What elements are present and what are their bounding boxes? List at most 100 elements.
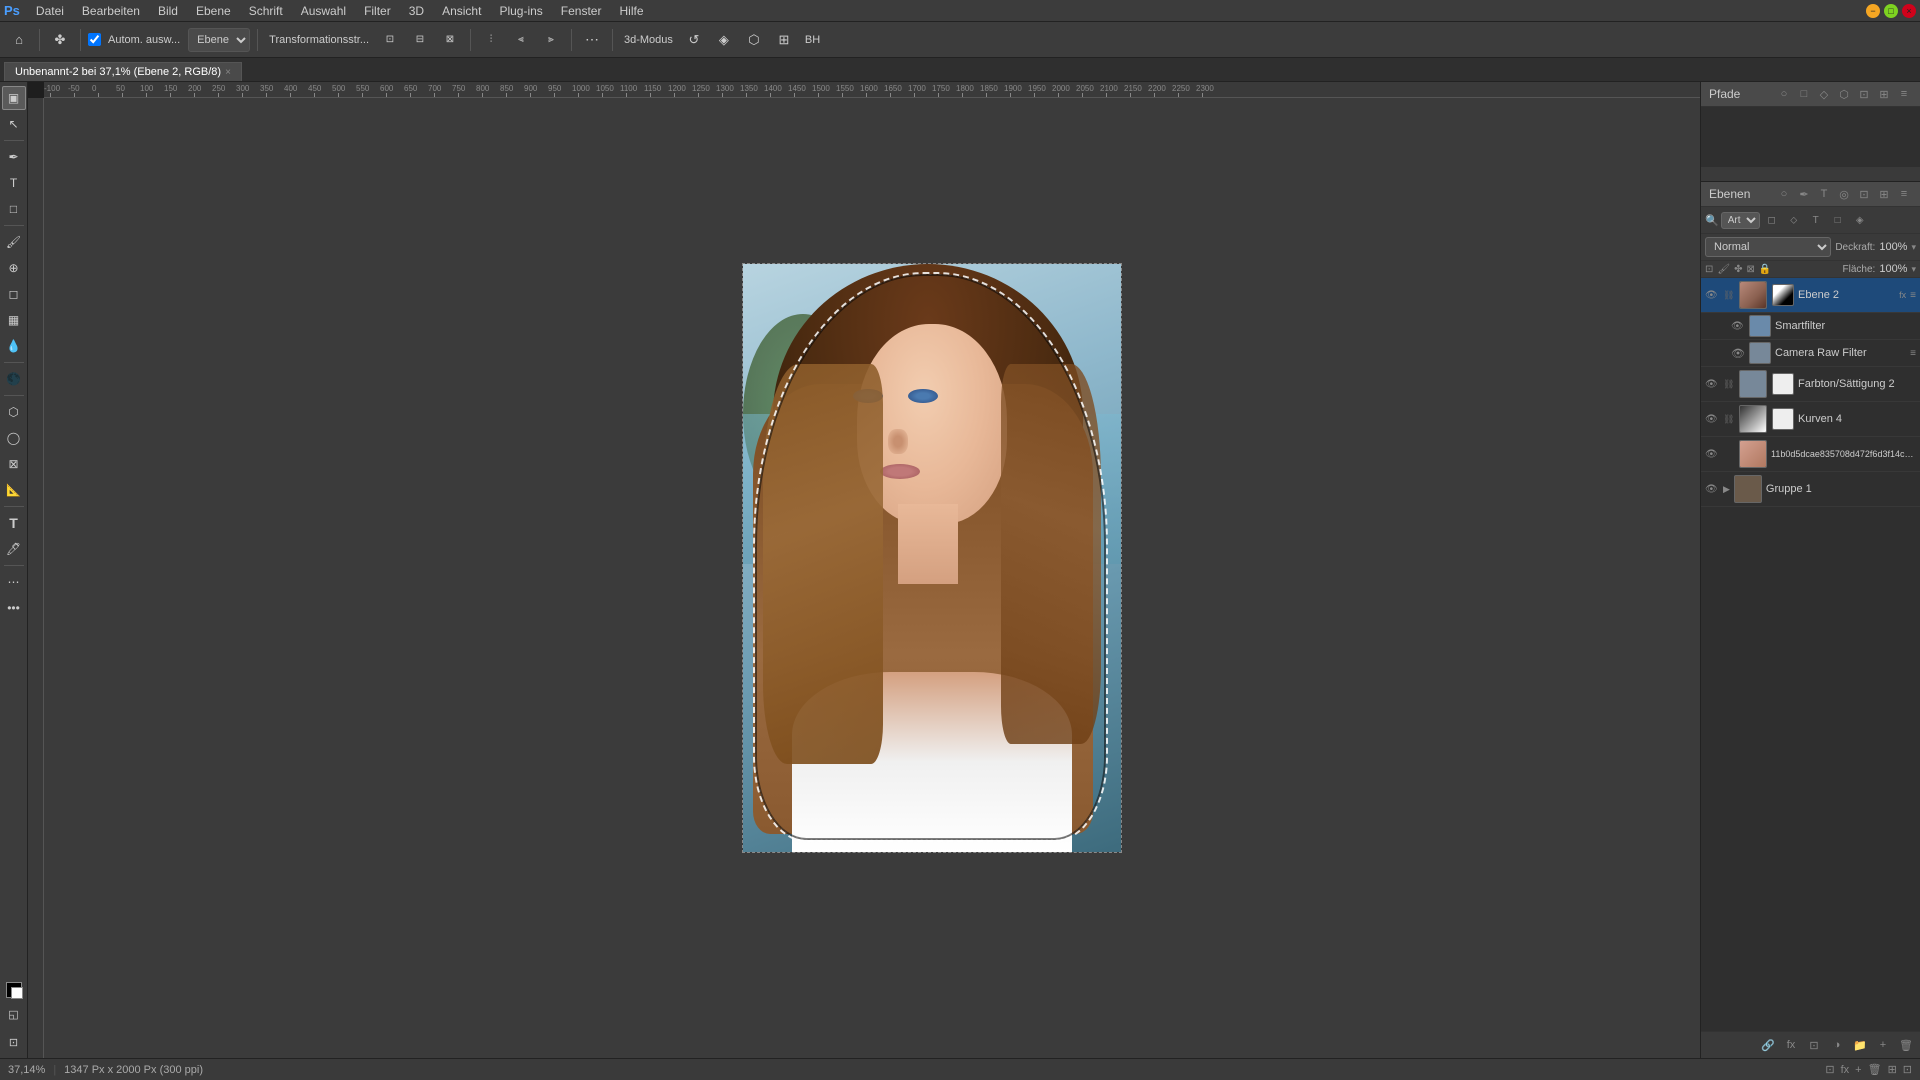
distribute-center-button[interactable]: ⫷: [508, 27, 534, 53]
home-button[interactable]: ⌂: [6, 27, 32, 53]
paths-square-icon[interactable]: □: [1796, 86, 1812, 102]
fill-chevron[interactable]: ▾: [1911, 264, 1916, 275]
menu-schrift[interactable]: Schrift: [241, 2, 291, 20]
menu-ebene[interactable]: Ebene: [188, 2, 239, 20]
move-tool-button[interactable]: ✤: [47, 27, 73, 53]
minimize-button[interactable]: −: [1866, 4, 1880, 18]
grid-button[interactable]: ⊞: [771, 27, 797, 53]
foreground-color[interactable]: [6, 982, 22, 998]
layer-ebene2-more[interactable]: ≡: [1910, 290, 1916, 301]
path-tool[interactable]: 🖊: [2, 537, 26, 561]
camera-raw-more[interactable]: ≡: [1910, 348, 1916, 359]
layers-icon-6[interactable]: ⊞: [1876, 186, 1892, 202]
paths-circle-icon[interactable]: ○: [1776, 86, 1792, 102]
filter-pixel-btn[interactable]: ◻: [1762, 210, 1782, 230]
layer-item-curves4[interactable]: ⛓ Kurven 4: [1701, 402, 1920, 437]
gruppe1-expand[interactable]: ▶: [1723, 484, 1730, 495]
status-fx-icon[interactable]: fx: [1841, 1064, 1850, 1076]
distribute-right-button[interactable]: ⫸: [538, 27, 564, 53]
layer-item-smartfilter[interactable]: Smartfilter: [1701, 313, 1920, 340]
text-tool[interactable]: T: [2, 511, 26, 535]
3d-tool[interactable]: ⋯: [2, 570, 26, 594]
lock-artboard-btn[interactable]: ⊠: [1746, 264, 1754, 275]
measure-tool[interactable]: 📐: [2, 478, 26, 502]
layer-ebene2-visibility[interactable]: [1705, 289, 1719, 301]
smartfilter-visibility[interactable]: [1731, 320, 1745, 332]
paths-hexagon-icon[interactable]: ⬡: [1836, 86, 1852, 102]
quick-mask-button[interactable]: ◱: [2, 1002, 26, 1026]
selection-tool[interactable]: ▣: [2, 86, 26, 110]
canvas-content[interactable]: [44, 98, 1700, 1058]
crop-tool[interactable]: ⊠: [2, 452, 26, 476]
menu-auswahl[interactable]: Auswahl: [293, 2, 354, 20]
lock-transparent-btn[interactable]: ⊡: [1705, 264, 1713, 275]
paths-fullscreen-icon[interactable]: ⊞: [1876, 86, 1892, 102]
menu-ansicht[interactable]: Ansicht: [434, 2, 489, 20]
distribute-left-button[interactable]: ⫶: [478, 27, 504, 53]
blur-tool[interactable]: 💧: [2, 334, 26, 358]
brush-tool[interactable]: 🖌: [2, 230, 26, 254]
link-layers-btn[interactable]: 🔗: [1758, 1035, 1778, 1055]
lock-image-btn[interactable]: 🖌: [1717, 264, 1730, 275]
layers-icon-4[interactable]: ◎: [1836, 186, 1852, 202]
menu-bearbeiten[interactable]: Bearbeiten: [74, 2, 148, 20]
layers-icon-7[interactable]: ≡: [1896, 186, 1912, 202]
layer-comp-button[interactable]: ◈: [711, 27, 737, 53]
align-left-button[interactable]: ⊡: [377, 27, 403, 53]
status-delete-layer[interactable]: 🗑: [1868, 1063, 1882, 1076]
paths-frame-icon[interactable]: ⊡: [1856, 86, 1872, 102]
direct-select-tool[interactable]: ↖: [2, 112, 26, 136]
status-add-layer[interactable]: +: [1855, 1064, 1861, 1076]
delete-layer-btn[interactable]: 🗑: [1896, 1035, 1916, 1055]
menu-plugins[interactable]: Plug-ins: [491, 2, 550, 20]
menu-hilfe[interactable]: Hilfe: [611, 2, 651, 20]
canvas-area[interactable]: -100-50050100150200250300350400450500550…: [28, 82, 1700, 1058]
blend-mode-select[interactable]: Normal: [1705, 237, 1831, 257]
close-button[interactable]: ×: [1902, 4, 1916, 18]
add-adjustment-btn[interactable]: ◑: [1827, 1035, 1847, 1055]
layer-item-gruppe1[interactable]: ▶ Gruppe 1: [1701, 472, 1920, 507]
screen-mode-button[interactable]: ⊡: [2, 1030, 26, 1054]
layer-item-hash[interactable]: 11b0d5dcae835708d472f6d3f14ca4c7: [1701, 437, 1920, 472]
auto-select-checkbox[interactable]: [88, 33, 101, 46]
layer-item-ebene2[interactable]: ⛓ Ebene 2 fx ≡: [1701, 278, 1920, 313]
filter-smart-btn[interactable]: ◈: [1850, 210, 1870, 230]
opacity-chevron[interactable]: ▾: [1911, 242, 1916, 253]
status-more[interactable]: ⊞: [1888, 1063, 1897, 1076]
layer-style-btn[interactable]: fx: [1781, 1035, 1801, 1055]
type-tool[interactable]: T: [2, 171, 26, 195]
filter-adjust-btn[interactable]: ⬦: [1784, 210, 1804, 230]
camera-raw-visibility[interactable]: 👁: [1731, 347, 1745, 360]
hash-visibility[interactable]: [1705, 448, 1719, 460]
gruppe1-visibility[interactable]: [1705, 483, 1719, 495]
status-fullscreen[interactable]: ⊡: [1903, 1063, 1912, 1076]
filter-type-btn[interactable]: T: [1806, 210, 1826, 230]
photo-canvas[interactable]: [742, 263, 1122, 853]
lock-all-btn[interactable]: 🔒: [1759, 264, 1771, 275]
gpu-button[interactable]: ⬡: [741, 27, 767, 53]
more-options-button[interactable]: ⋯: [579, 27, 605, 53]
paths-more-icon[interactable]: ≡: [1896, 86, 1912, 102]
shape-tool[interactable]: □: [2, 197, 26, 221]
add-group-btn[interactable]: 📁: [1850, 1035, 1870, 1055]
align-center-button[interactable]: ⊟: [407, 27, 433, 53]
eraser-tool[interactable]: ◻: [2, 282, 26, 306]
layers-icon-1[interactable]: ○: [1776, 186, 1792, 202]
hue-sat-visibility[interactable]: [1705, 378, 1719, 390]
layer-item-hue-sat[interactable]: ⛓ Farbton/Sättigung 2: [1701, 367, 1920, 402]
tab-close-button[interactable]: ×: [225, 67, 231, 78]
add-mask-btn[interactable]: ⊡: [1804, 1035, 1824, 1055]
status-gpu-icon[interactable]: ⊡: [1825, 1063, 1834, 1076]
layers-icon-3[interactable]: T: [1816, 186, 1832, 202]
lock-position-btn[interactable]: ✤: [1734, 264, 1742, 275]
menu-3d[interactable]: 3D: [401, 2, 432, 20]
menu-bild[interactable]: Bild: [150, 2, 186, 20]
add-layer-btn[interactable]: +: [1873, 1035, 1893, 1055]
filter-shape-btn[interactable]: □: [1828, 210, 1848, 230]
layers-type-dropdown[interactable]: Art: [1721, 212, 1760, 229]
layers-icon-5[interactable]: ⊡: [1856, 186, 1872, 202]
menu-filter[interactable]: Filter: [356, 2, 399, 20]
align-right-button[interactable]: ⊠: [437, 27, 463, 53]
extra-tools[interactable]: •••: [2, 596, 26, 620]
maximize-button[interactable]: □: [1884, 4, 1898, 18]
